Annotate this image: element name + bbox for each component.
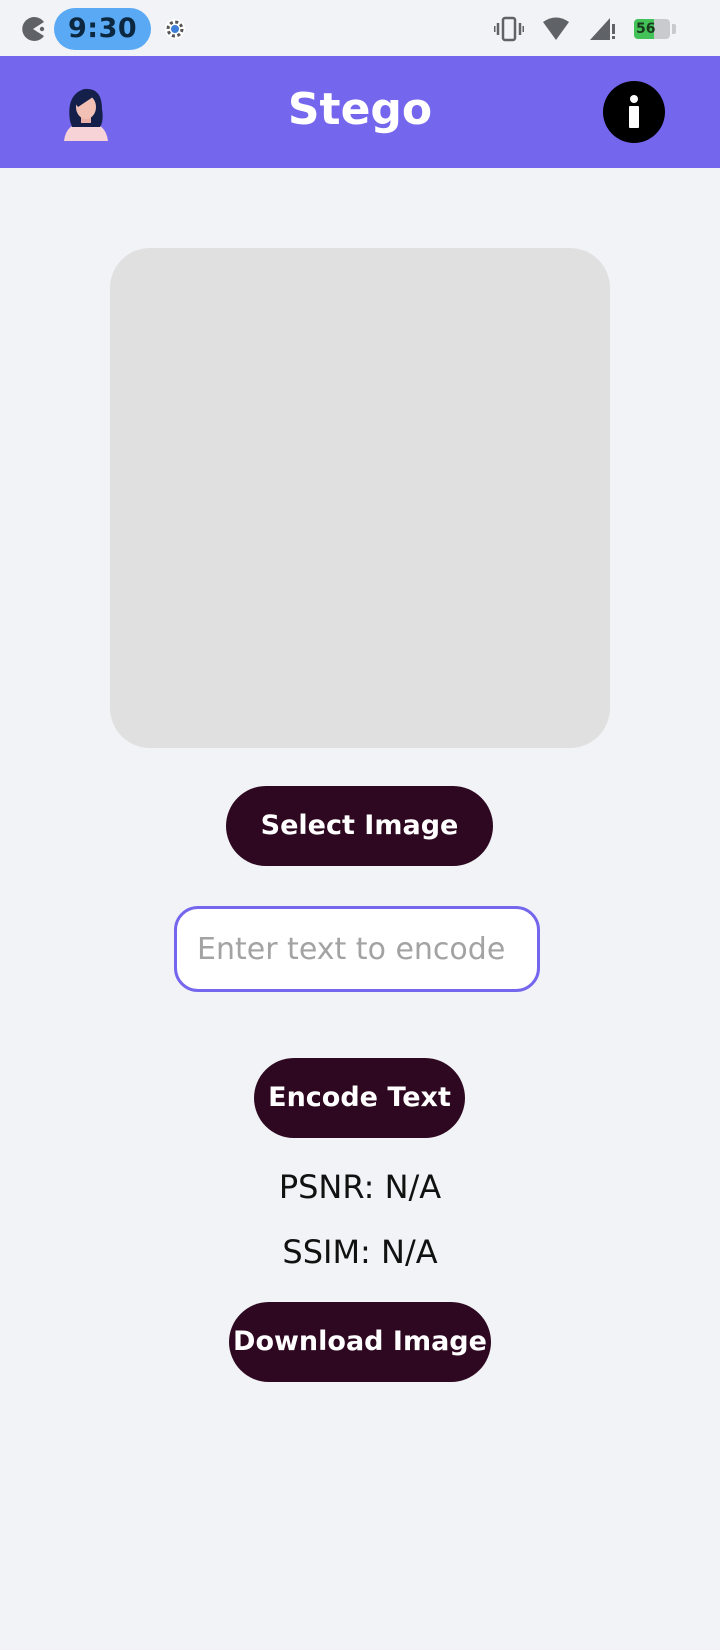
select-image-button[interactable]: Select Image	[226, 786, 493, 866]
status-bar-right: 56	[494, 12, 676, 46]
info-icon	[629, 95, 639, 128]
pacman-icon	[22, 17, 45, 41]
app-bar: Stego	[0, 56, 720, 168]
settings-gear-icon	[165, 19, 186, 39]
battery-level: 56	[636, 21, 656, 37]
vibrate-icon	[494, 16, 524, 42]
battery-tip	[672, 24, 676, 34]
info-button[interactable]	[603, 81, 665, 143]
status-bar-left: 9:30	[20, 8, 187, 50]
signal-icon	[590, 18, 615, 40]
encode-text-input[interactable]	[174, 906, 540, 992]
ssim-value: SSIM: N/A	[282, 1233, 438, 1271]
encode-text-button[interactable]: Encode Text	[254, 1058, 465, 1138]
status-time: 9:30	[54, 8, 152, 50]
psnr-value: PSNR: N/A	[278, 1168, 442, 1206]
battery-charging-icon: 56	[634, 19, 670, 39]
image-preview-placeholder	[110, 248, 610, 748]
status-bar: 9:30 56	[0, 0, 720, 56]
download-image-button[interactable]: Download Image	[229, 1302, 491, 1382]
wifi-icon	[543, 17, 569, 40]
